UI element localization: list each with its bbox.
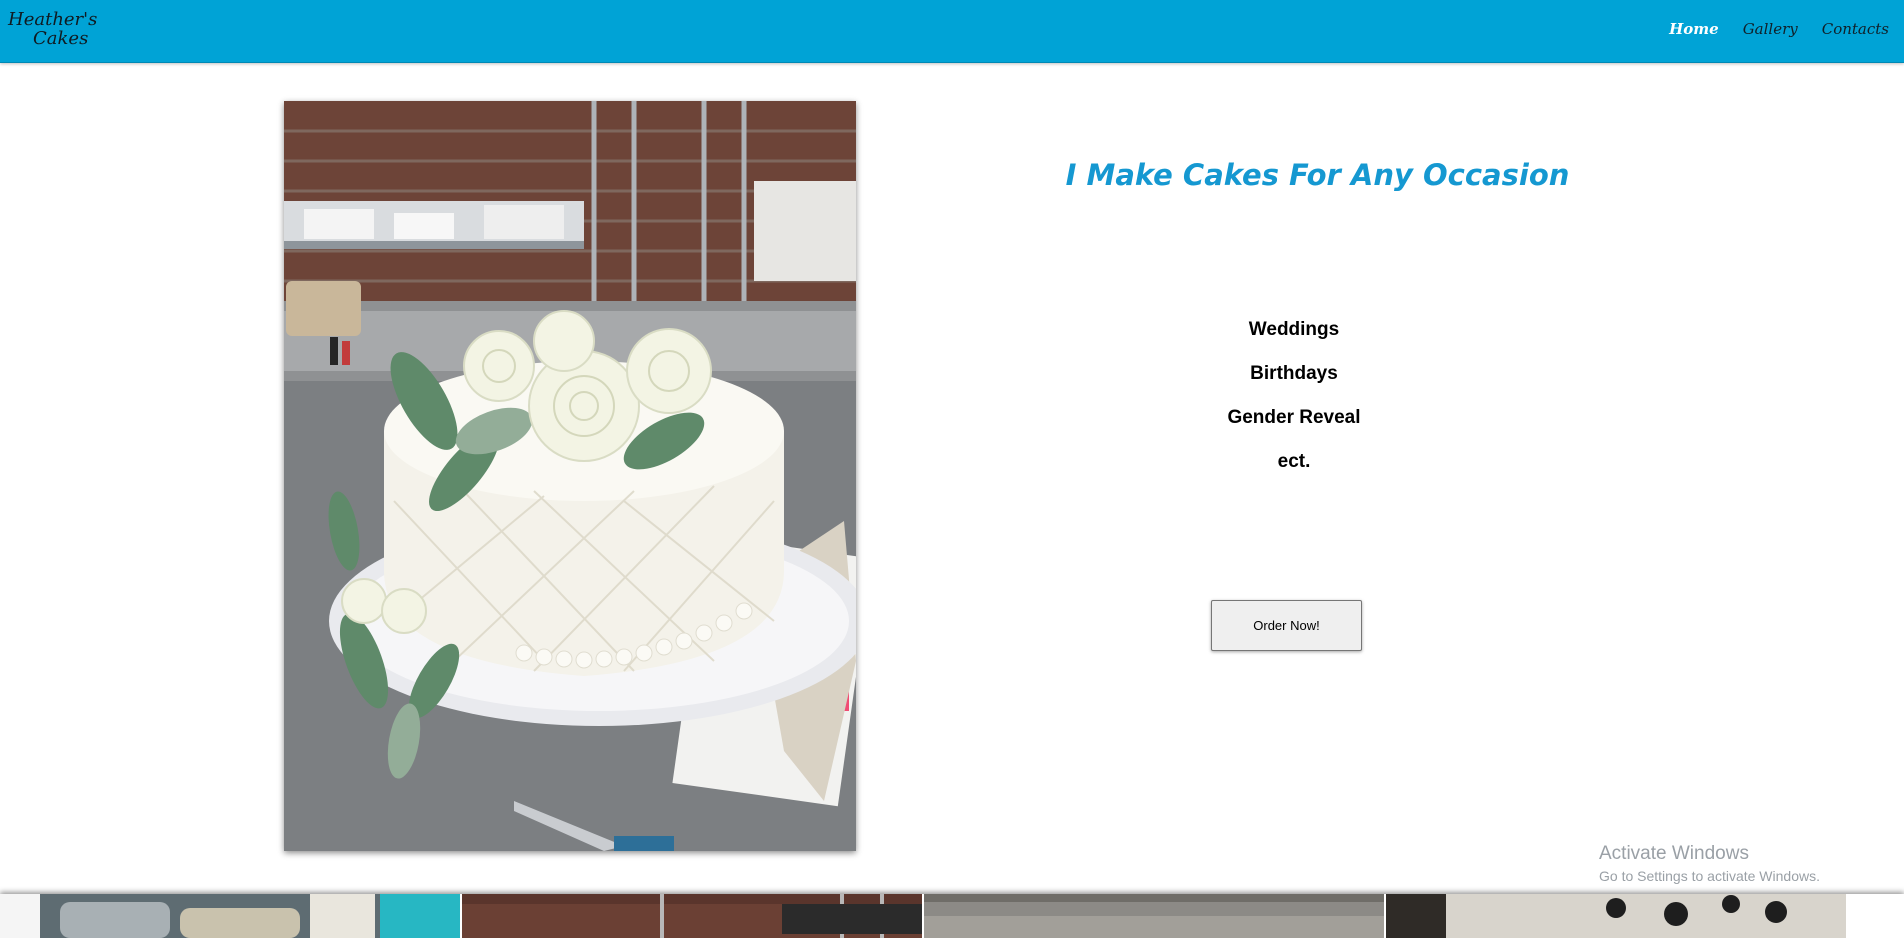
hero-cake-image (284, 101, 856, 851)
site-logo[interactable]: Heather's Cakes (8, 9, 98, 54)
order-now-button[interactable]: Order Now! (1211, 600, 1362, 651)
logo-line-1: Heather's (8, 9, 98, 30)
nav-link-home[interactable]: Home (1657, 20, 1731, 38)
occasion-item-birthdays: Birthdays (1250, 363, 1338, 384)
top-navbar: Heather's Cakes Home Gallery Contacts (0, 0, 1904, 63)
occasion-item-etc: ect. (1277, 451, 1311, 472)
watermark-title: Activate Windows (1599, 843, 1749, 864)
gallery-thumbnail[interactable] (1386, 894, 1904, 938)
gallery-thumbnail-strip (0, 894, 1904, 938)
gallery-thumbnail[interactable] (462, 894, 924, 938)
occasion-list: Weddings Birthdays Gender Reveal ect. (1094, 315, 1494, 491)
nav-link-contacts[interactable]: Contacts (1810, 20, 1901, 38)
occasion-item-weddings: Weddings (1248, 319, 1340, 340)
occasion-item-gender-reveal: Gender Reveal (1227, 407, 1361, 428)
logo-line-2: Cakes (33, 28, 89, 49)
nav-link-gallery[interactable]: Gallery (1731, 20, 1810, 38)
gallery-thumbnail[interactable] (924, 894, 1386, 938)
headline: I Make Cakes For Any Occasion (1065, 158, 1570, 192)
gallery-thumbnail[interactable] (0, 894, 462, 938)
main-nav: Home Gallery Contacts (1657, 20, 1901, 38)
watermark-subtitle: Go to Settings to activate Windows. (1599, 868, 1820, 884)
windows-activation-watermark: Activate Windows Go to Settings to activ… (1599, 843, 1820, 884)
